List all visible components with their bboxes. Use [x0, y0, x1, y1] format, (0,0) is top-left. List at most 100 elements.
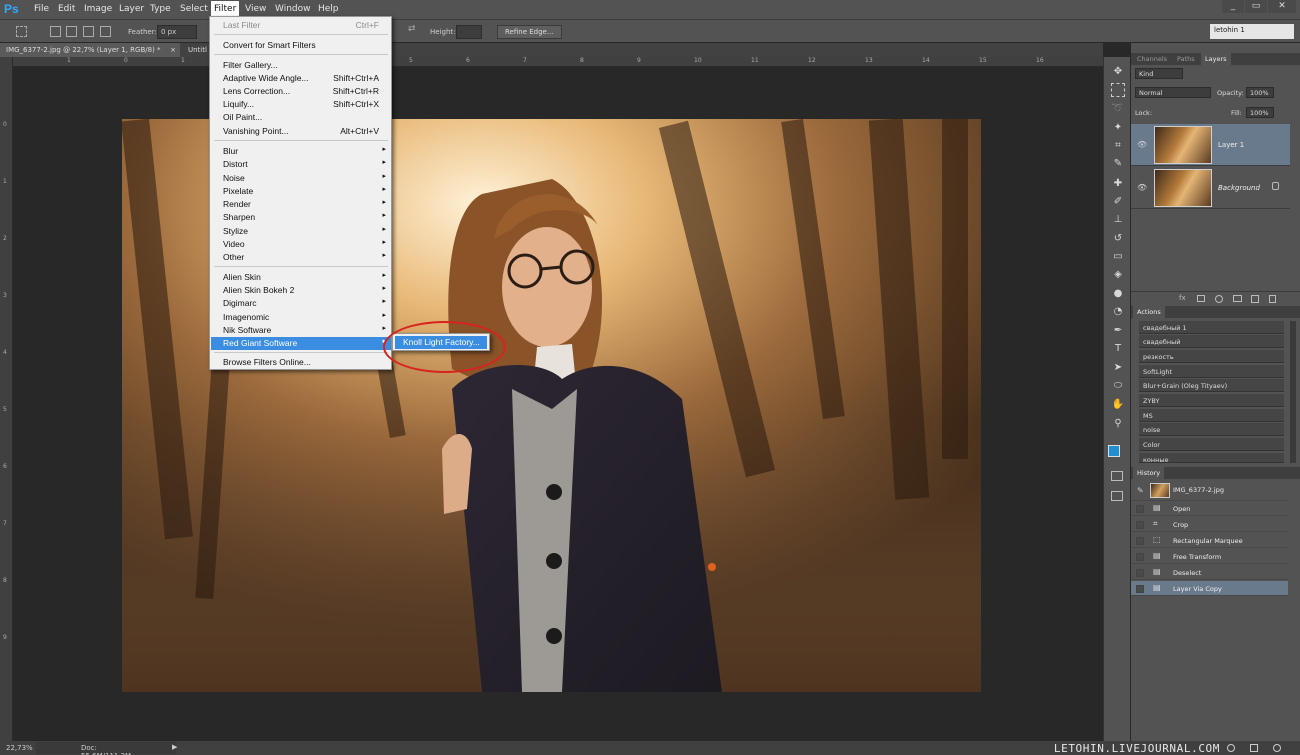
foreground-color-swatch[interactable] — [1108, 445, 1120, 457]
menu-item-browse-filters-online[interactable]: Browse Filters Online... — [211, 356, 391, 369]
history-checkbox[interactable] — [1136, 569, 1144, 577]
action-item[interactable]: Blur+Grain (Oleg Tityaev) — [1139, 379, 1284, 392]
tab-close-icon[interactable]: × — [170, 46, 176, 54]
menu-item-stylize[interactable]: Stylize ▸ — [211, 225, 391, 238]
swap-icon[interactable]: ⇄ — [408, 24, 419, 35]
type-icon[interactable]: T — [1111, 342, 1125, 356]
blend-mode-select[interactable]: Normal — [1135, 87, 1211, 98]
history-checkbox[interactable] — [1136, 521, 1144, 529]
menu-select[interactable]: Select — [177, 4, 211, 14]
menu-item-vanishing-point[interactable]: Vanishing Point... Alt+Ctrl+V — [211, 125, 391, 138]
actions-scrollbar[interactable] — [1290, 321, 1296, 463]
eraser-icon[interactable]: ▭ — [1111, 250, 1125, 264]
history-checkbox[interactable] — [1136, 585, 1144, 593]
menu-view[interactable]: View — [242, 4, 269, 14]
action-item[interactable]: резкость — [1139, 350, 1284, 363]
brush-icon[interactable]: ✐ — [1111, 195, 1125, 209]
crop-icon[interactable]: ⌗ — [1111, 139, 1125, 153]
history-checkbox[interactable] — [1136, 505, 1144, 513]
menu-item-other[interactable]: Other ▸ — [211, 251, 391, 264]
layer-row-layer-1[interactable]: 👁 Layer 1 — [1131, 124, 1290, 166]
layer-kind-filter[interactable]: Kind — [1135, 68, 1183, 79]
menu-edit[interactable]: Edit — [55, 4, 78, 14]
menu-item-blur[interactable]: Blur ▸ — [211, 145, 391, 158]
history-snapshot[interactable]: ✎ IMG_6377-2.jpg — [1131, 481, 1288, 501]
eye-icon[interactable]: 👁 — [1137, 140, 1147, 149]
menu-window[interactable]: Window — [272, 4, 314, 14]
action-item[interactable]: noise — [1139, 423, 1284, 436]
trash-icon[interactable] — [1269, 295, 1276, 303]
adjustment-layer-icon[interactable] — [1215, 295, 1223, 303]
menu-item-sharpen[interactable]: Sharpen ▸ — [211, 211, 391, 224]
tab-actions[interactable]: Actions — [1133, 306, 1165, 318]
menu-item-lens-correction[interactable]: Lens Correction... Shift+Ctrl+R — [211, 85, 391, 98]
opacity-field[interactable]: 100% — [1246, 87, 1274, 98]
zoom-level[interactable]: 22,73% — [6, 744, 33, 752]
magic-wand-icon[interactable]: ✦ — [1111, 121, 1125, 135]
healing-brush-icon[interactable]: ✚ — [1111, 177, 1125, 191]
height-field[interactable] — [456, 25, 482, 39]
path-selection-icon[interactable]: ➤ — [1111, 361, 1125, 375]
dodge-icon[interactable]: ◔ — [1111, 305, 1125, 319]
history-step[interactable]: ▤ Deselect — [1131, 565, 1288, 580]
menu-file[interactable]: File — [31, 4, 52, 14]
subtract-selection-icon[interactable] — [83, 26, 94, 37]
history-step[interactable]: ▤ Free Transform — [1131, 549, 1288, 564]
tab-img-6377[interactable]: IMG_6377-2.jpg @ 22,7% (Layer 1, RGB/8) … — [0, 43, 180, 57]
history-checkbox[interactable] — [1136, 553, 1144, 561]
status-menu-arrow-icon[interactable]: ▶ — [172, 743, 177, 751]
tab-history[interactable]: History — [1133, 467, 1165, 479]
menu-item-adaptive-wide-angle[interactable]: Adaptive Wide Angle... Shift+Ctrl+A — [211, 72, 391, 85]
shape-icon[interactable]: ⬭ — [1111, 379, 1125, 393]
menu-item-nik-software[interactable]: Nik Software ▸ — [211, 324, 391, 337]
action-item[interactable]: SoftLight — [1139, 365, 1284, 378]
menu-item-liquify[interactable]: Liquify... Shift+Ctrl+X — [211, 98, 391, 111]
menu-item-render[interactable]: Render ▸ — [211, 198, 391, 211]
eye-icon[interactable]: 👁 — [1137, 183, 1147, 192]
marquee-icon[interactable] — [1111, 83, 1125, 97]
blur-tool-icon[interactable]: ● — [1111, 287, 1125, 301]
feather-field[interactable]: 0 px — [157, 25, 197, 39]
close-window-button[interactable]: ✕ — [1268, 0, 1296, 13]
action-item[interactable]: Color — [1139, 438, 1284, 451]
menu-item-red-giant-software[interactable]: Red Giant Software ▸ — [211, 337, 391, 350]
clone-stamp-icon[interactable]: ⊥ — [1111, 213, 1125, 227]
menu-type[interactable]: Type — [147, 4, 174, 14]
layer-name[interactable]: Layer 1 — [1218, 141, 1244, 149]
history-step[interactable]: ▤ Open — [1131, 501, 1288, 516]
lasso-icon[interactable]: ➰ — [1111, 102, 1125, 116]
minimize-button[interactable]: _ — [1222, 0, 1244, 13]
history-brush-source-icon[interactable]: ✎ — [1137, 486, 1144, 495]
hand-icon[interactable]: ✋ — [1111, 398, 1125, 412]
add-mask-icon[interactable] — [1197, 295, 1205, 302]
action-item[interactable]: ZYBY — [1139, 394, 1284, 407]
history-step[interactable]: ▤ Layer Via Copy — [1131, 581, 1288, 596]
menu-item-imagenomic[interactable]: Imagenomic ▸ — [211, 311, 391, 324]
menu-item-alien-skin-bokeh[interactable]: Alien Skin Bokeh 2 ▸ — [211, 284, 391, 297]
eyedropper-icon[interactable]: ✎ — [1111, 157, 1125, 171]
tab-layers[interactable]: Layers — [1201, 53, 1231, 65]
marquee-preset-icon[interactable] — [16, 26, 27, 37]
move-icon[interactable]: ✥ — [1111, 65, 1125, 79]
menu-item-video[interactable]: Video ▸ — [211, 238, 391, 251]
action-item[interactable]: конные — [1139, 453, 1284, 464]
new-group-icon[interactable] — [1233, 295, 1242, 302]
menu-item-distort[interactable]: Distort ▸ — [211, 158, 391, 171]
fill-field[interactable]: 100% — [1246, 107, 1274, 118]
history-step[interactable]: ⬚ Rectangular Marquee — [1131, 533, 1288, 548]
menu-item-digimarc[interactable]: Digimarc ▸ — [211, 297, 391, 310]
intersect-selection-icon[interactable] — [100, 26, 111, 37]
menu-help[interactable]: Help — [315, 4, 342, 14]
menu-item-pixelate[interactable]: Pixelate ▸ — [211, 185, 391, 198]
menu-item-filter-gallery[interactable]: Filter Gallery... — [211, 59, 391, 72]
layer-name[interactable]: Background — [1218, 184, 1260, 192]
menu-image[interactable]: Image — [81, 4, 115, 14]
menu-item-convert-smart-filters[interactable]: Convert for Smart Filters — [211, 39, 391, 52]
history-brush-icon[interactable]: ↺ — [1111, 232, 1125, 246]
restore-button[interactable]: ▭ — [1245, 0, 1267, 13]
action-item[interactable]: свадебный 1 — [1139, 321, 1284, 334]
tab-untitled[interactable]: Untitl — [182, 43, 212, 57]
new-layer-icon[interactable] — [1251, 295, 1259, 303]
menu-layer[interactable]: Layer — [116, 4, 147, 14]
refine-edge-button[interactable]: Refine Edge... — [497, 25, 562, 39]
